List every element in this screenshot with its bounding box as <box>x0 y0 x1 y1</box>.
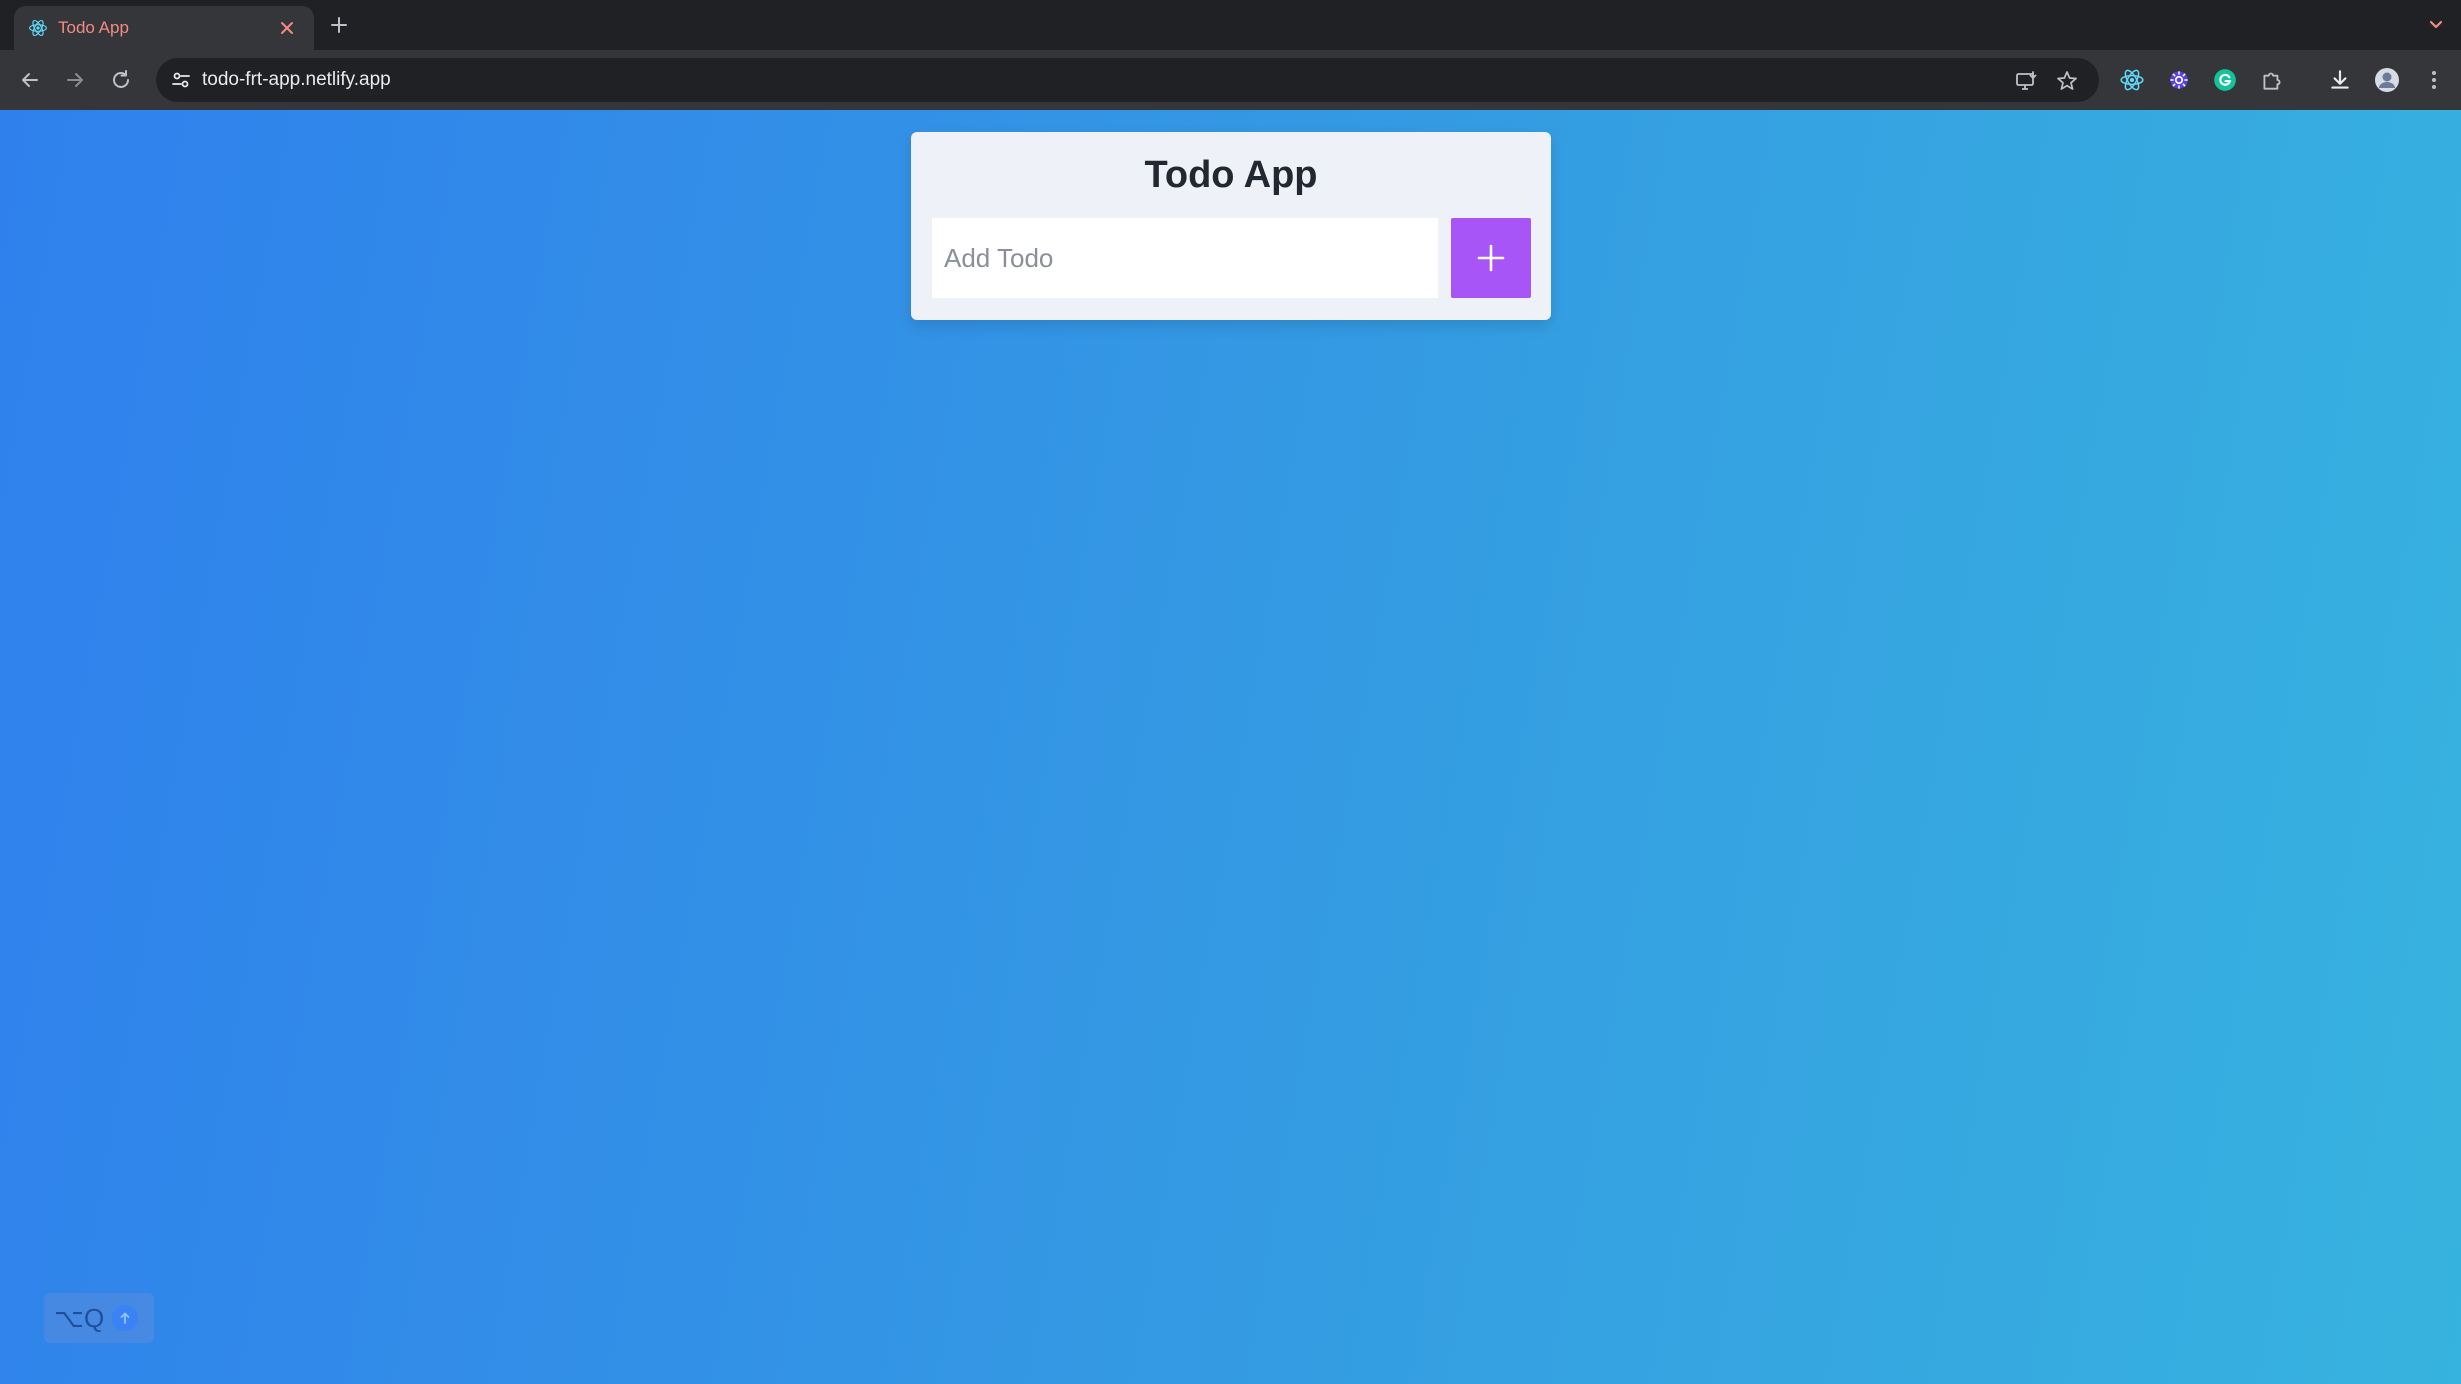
download-icon[interactable] <box>2327 67 2353 93</box>
page-content: Todo App <box>0 110 2461 1384</box>
reload-button[interactable] <box>107 66 135 94</box>
arrow-up-icon <box>112 1305 138 1331</box>
close-icon[interactable] <box>276 17 298 39</box>
reload-icon <box>113 70 129 88</box>
react-devtools-icon[interactable] <box>2119 67 2145 93</box>
address-bar[interactable]: todo-frt-app.netlify.app <box>156 58 2099 102</box>
install-app-icon[interactable] <box>2014 69 2038 93</box>
widget-shortcut-label: ⌥Q <box>54 1303 105 1333</box>
avatar[interactable] <box>2374 67 2400 93</box>
tab-strip: Todo App <box>0 0 2461 50</box>
plus-icon <box>1477 244 1505 272</box>
add-todo-input[interactable] <box>932 218 1438 298</box>
tab-todo-app[interactable]: Todo App <box>14 6 314 50</box>
add-todo-button[interactable] <box>1451 218 1531 298</box>
back-button[interactable] <box>16 66 44 94</box>
shortcut-widget[interactable]: ⌥Q <box>44 1293 154 1343</box>
forward-button[interactable] <box>61 66 89 94</box>
page-title: Todo App <box>1144 154 1318 196</box>
tab-title: Todo App <box>58 18 129 37</box>
toolbar: todo-frt-app.netlify.app <box>0 50 2461 110</box>
tune-icon[interactable] <box>170 69 192 91</box>
arrow-right-icon <box>67 73 83 87</box>
todo-card: Todo App <box>911 132 1551 320</box>
url-text[interactable]: todo-frt-app.netlify.app <box>202 69 391 91</box>
puzzle-icon[interactable] <box>2259 67 2285 93</box>
arrow-left-icon <box>22 73 38 87</box>
grammarly-icon[interactable] <box>2212 67 2238 93</box>
star-icon[interactable] <box>2055 69 2079 93</box>
kebab-menu-icon[interactable] <box>2421 67 2447 93</box>
chevron-down-icon[interactable] <box>2423 12 2449 38</box>
new-tab-button[interactable] <box>326 12 352 38</box>
react-icon <box>29 20 47 36</box>
browser-window: Todo App todo-frt-app.netlify.app Todo A… <box>0 0 2461 1384</box>
gear-extension-icon[interactable] <box>2166 67 2192 93</box>
